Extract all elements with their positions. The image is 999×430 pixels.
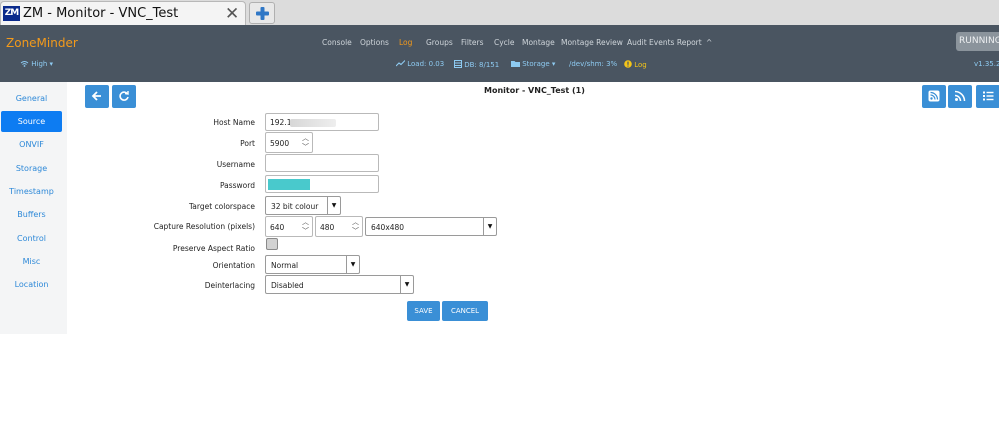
port-value: 5900 [270,139,290,148]
aspect-ratio-label: Preserve Aspect Ratio [172,244,255,253]
feed-button[interactable] [948,85,972,108]
sidebar-item-source[interactable]: Source [1,111,62,132]
page-title: Monitor - VNC_Test (1) [484,86,585,95]
nav-options[interactable]: Options [360,38,389,47]
new-tab-button[interactable] [249,2,275,24]
run-state-button[interactable]: RUNNING [956,32,999,51]
database-icon [454,60,462,68]
browser-tab[interactable]: ZM ZM - Monitor - VNC_Test ✕ [0,1,246,25]
caret-down-icon: ▼ [400,276,413,293]
storage-label: Storage ▾ [522,60,556,68]
spinner-arrows-icon[interactable]: ︿ ﹀ [352,218,359,236]
caret-down-icon: ▼ [346,256,359,273]
sidebar-item-misc[interactable]: Misc [1,251,62,272]
nav-console[interactable]: Console [322,38,352,47]
zoneminder-favicon-icon: ZM [3,6,20,21]
collapse-chevron-icon[interactable]: ^ [706,38,712,47]
nav-cycle[interactable]: Cycle [494,38,515,47]
load-value: Load: 0.03 [407,60,445,68]
spinner-arrows-icon[interactable]: ︿ ﹀ [302,218,309,236]
storage-menu[interactable]: Storage ▾ [511,60,555,68]
log-status[interactable]: Log [624,60,647,69]
caret-down-icon: ▼ [327,197,340,214]
colorspace-label: Target colorspace [188,202,255,211]
bandwidth-selector[interactable]: High ▾ [20,60,53,68]
password-redaction [268,179,310,190]
list-icon [983,91,994,101]
sidebar-item-storage[interactable]: Storage [1,158,62,179]
shm-status: /dev/shm: 3% [569,60,618,68]
version-label: v1.35.2 [974,60,999,68]
capture-preset-value: 640x480 [371,223,405,232]
sidebar-item-control[interactable]: Control [1,228,62,249]
host-name-label: Host Name [213,118,255,127]
nav-montage[interactable]: Montage [522,38,555,47]
nav-log[interactable]: Log [399,38,412,47]
capture-preset-select[interactable]: 640x480 ▼ [365,217,497,236]
sidebar-item-timestamp[interactable]: Timestamp [1,181,62,202]
rss-square-icon [928,90,940,102]
port-label: Port [240,139,255,148]
rss-button[interactable] [922,85,946,108]
username-input[interactable] [265,154,379,172]
capture-width-input[interactable]: 640 ︿ ﹀ [265,216,313,237]
deinterlacing-label: Deinterlacing [204,281,255,290]
settings-sidebar: General Source ONVIF Storage Timestamp B… [0,82,67,334]
warning-icon [624,60,632,68]
orientation-label: Orientation [212,261,255,270]
username-label: Username [216,160,255,169]
deinterlacing-value: Disabled [271,281,304,290]
db-status: DB: 8/151 [454,60,499,69]
close-tab-icon[interactable]: ✕ [225,4,239,24]
cancel-button[interactable]: CANCEL [442,301,488,321]
host-redaction [290,119,336,127]
capture-height-value: 480 [320,223,335,232]
back-button[interactable] [85,85,109,108]
zm-header: ZoneMinder Console Options Log Groups Fi… [0,25,999,82]
nav-groups[interactable]: Groups [426,38,453,47]
tab-title: ZM - Monitor - VNC_Test [23,6,179,21]
rss-icon [954,90,966,102]
arrow-left-icon [91,91,101,101]
wifi-icon [20,61,29,67]
save-button[interactable]: SAVE [407,301,440,321]
nav-filters[interactable]: Filters [461,38,483,47]
sidebar-item-general[interactable]: General [1,88,62,109]
refresh-icon [119,91,129,101]
sidebar-item-buffers[interactable]: Buffers [1,204,62,225]
brand-logo[interactable]: ZoneMinder [6,36,78,50]
nav-audit-events-report[interactable]: Audit Events Report [627,38,702,47]
aspect-ratio-checkbox[interactable] [266,238,278,250]
deinterlacing-select[interactable]: Disabled ▼ [265,275,414,294]
capture-width-value: 640 [270,223,285,232]
orientation-select[interactable]: Normal ▼ [265,255,360,274]
port-input[interactable]: 5900 ︿ ﹀ [265,132,313,153]
plus-icon [256,7,269,20]
spinner-arrows-icon[interactable]: ︿ ﹀ [302,134,309,152]
colorspace-value: 32 bit colour [271,202,319,211]
list-button[interactable] [976,85,999,108]
refresh-button[interactable] [112,85,136,108]
folder-icon [511,61,520,67]
trend-icon [395,60,406,67]
load-status: Load: 0.03 [395,60,445,68]
colorspace-select[interactable]: 32 bit colour ▼ [265,196,341,215]
bandwidth-label: High ▾ [31,60,54,68]
browser-tab-strip: ZM ZM - Monitor - VNC_Test ✕ [0,0,999,25]
nav-montage-review[interactable]: Montage Review [561,38,623,47]
log-label: Log [634,61,647,69]
capture-height-input[interactable]: 480 ︿ ﹀ [315,216,363,237]
orientation-value: Normal [271,261,299,270]
db-value: DB: 8/151 [464,61,500,69]
password-label: Password [219,181,255,190]
capture-resolution-label: Capture Resolution (pixels) [153,222,255,231]
sidebar-item-location[interactable]: Location [1,274,62,295]
sidebar-item-onvif[interactable]: ONVIF [1,134,62,155]
caret-down-icon: ▼ [483,218,496,235]
